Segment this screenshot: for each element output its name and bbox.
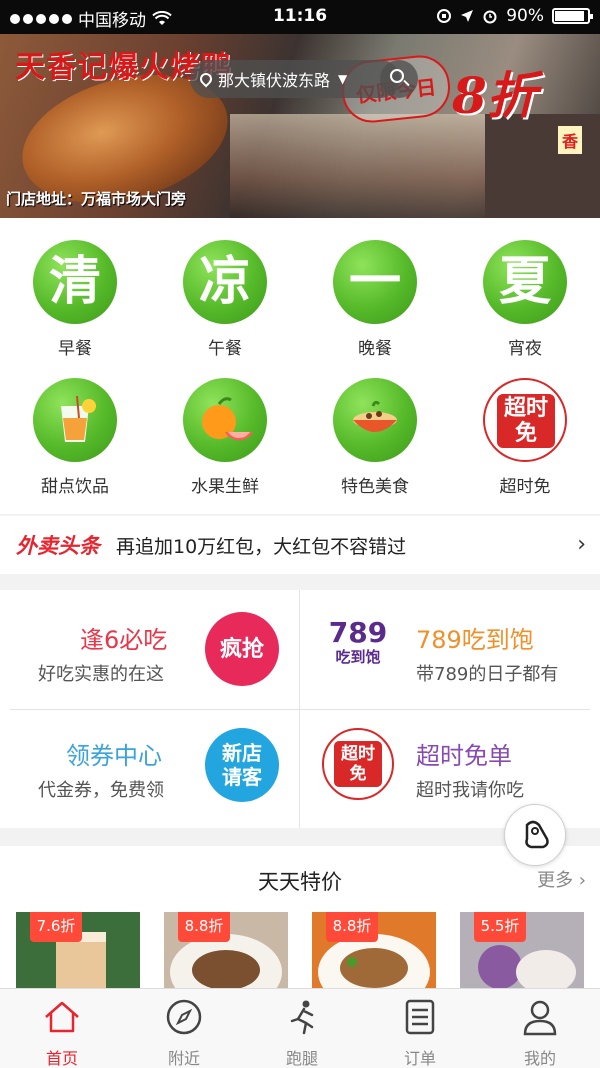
search-icon <box>390 69 404 83</box>
category-breakfast[interactable]: 清 早餐 <box>0 240 150 359</box>
overtime-free-stamp-icon: 超时免 <box>483 378 567 462</box>
discount-tag: 8.8折 <box>326 912 378 942</box>
order-list-icon <box>405 999 435 1035</box>
promo-title: 789吃到饱 <box>416 626 534 654</box>
category-label: 早餐 <box>58 339 92 359</box>
tab-label: 跑腿 <box>285 1049 318 1068</box>
promo-title: 超时免单 <box>416 742 512 770</box>
compass-icon <box>166 999 202 1035</box>
location-pin-icon <box>197 70 215 88</box>
runner-icon <box>290 1000 314 1035</box>
section-title: 天天特价 <box>258 870 342 894</box>
category-late-night[interactable]: 夏 宵夜 <box>450 240 600 359</box>
tab-profile[interactable]: 我的 <box>480 989 600 1068</box>
alarm-icon <box>483 10 497 24</box>
fruit-icon <box>183 378 267 462</box>
promo-subtitle: 超时我请你吃 <box>416 780 524 801</box>
tab-label: 订单 <box>403 1049 436 1068</box>
juice-icon <box>33 378 117 462</box>
location-selector[interactable]: 那大镇伏波东路 ▼ <box>190 60 400 98</box>
takeout-headline-logo: 外卖头条 <box>16 533 100 558</box>
category-label: 特色美食 <box>341 477 409 497</box>
banner-shop-address: 门店地址：万福市场大门旁 <box>6 190 187 208</box>
status-bar: 中国移动 11:16 90% <box>0 0 600 34</box>
tab-label: 我的 <box>523 1049 556 1068</box>
daily-specials-section: 天天特价 更多 › 7.6折 8.8折 8.8折 5.5折 <box>0 846 600 988</box>
tab-label: 首页 <box>45 1049 78 1068</box>
more-link[interactable]: 更多 › <box>537 866 586 892</box>
profile-icon <box>523 1000 557 1036</box>
special-item[interactable]: 5.5折 <box>460 912 584 988</box>
location-text: 那大镇伏波东路 <box>218 71 331 90</box>
bottom-tab-bar: 首页 附近 跑腿 订单 我的 <box>0 988 600 1068</box>
news-headline-bar[interactable]: 外卖头条 再追加10万红包，大红包不容错过 › <box>0 516 600 574</box>
category-label: 宵夜 <box>508 339 542 359</box>
special-item[interactable]: 7.6折 <box>16 912 140 988</box>
promo-coupon-center[interactable]: 领券中心 代金券，免费领 新店请客 <box>0 710 299 828</box>
discount-tag: 5.5折 <box>474 912 526 942</box>
search-button[interactable] <box>380 60 418 98</box>
category-overtime-free[interactable]: 超时免 超时免 <box>450 378 600 497</box>
category-label: 甜点饮品 <box>41 477 109 497</box>
tab-nearby[interactable]: 附近 <box>124 989 244 1068</box>
category-lunch[interactable]: 凉 午餐 <box>150 240 300 359</box>
promo-title: 领券中心 <box>66 742 162 770</box>
runner-shoe-icon <box>525 820 549 849</box>
dropdown-caret-icon: ▼ <box>338 72 348 86</box>
promo-discount: 8折 <box>452 66 537 125</box>
category-grid: 清 早餐 凉 午餐 一 晚餐 夏 宵夜 甜点饮品 水果生鲜 特色美食 超时免 超… <box>0 218 600 514</box>
category-label: 超时免 <box>499 477 551 497</box>
shop-banner[interactable]: 天香记爆火烤鸭 仅限今日 8折 那大镇伏波东路 ▼ 香 门店地址：万福市场大门旁 <box>0 34 600 218</box>
xia-glyph-icon: 夏 <box>483 240 567 324</box>
food-bowl-icon <box>333 378 417 462</box>
tab-orders[interactable]: 订单 <box>360 989 480 1068</box>
rotation-lock-icon <box>437 9 452 23</box>
crazy-grab-badge-icon: 疯抢 <box>205 612 279 686</box>
category-fruits[interactable]: 水果生鲜 <box>150 378 300 497</box>
headline-text: 再追加10万红包，大红包不容错过 <box>116 535 407 558</box>
location-arrow-icon <box>461 10 474 22</box>
category-label: 晚餐 <box>358 339 392 359</box>
promo-lucky-six[interactable]: 逢6必吃 好吃实惠的在这 疯抢 <box>0 590 299 708</box>
stall-sign: 香 <box>557 126 582 154</box>
promo-grid: 逢6必吃 好吃实惠的在这 疯抢 789 吃到饱 789吃到饱 带789的日子都有… <box>0 590 600 828</box>
discount-tag: 7.6折 <box>30 912 82 942</box>
promo-789-eat-full[interactable]: 789 吃到饱 789吃到饱 带789的日子都有 <box>300 590 599 708</box>
category-dinner[interactable]: 一 晚餐 <box>300 240 450 359</box>
yi-glyph-icon: 一 <box>333 240 417 324</box>
promo-subtitle: 代金券，免费领 <box>38 780 164 801</box>
battery-percent: 90% <box>506 6 544 26</box>
street-scene-image <box>230 114 500 218</box>
new-store-treat-badge-icon: 新店请客 <box>205 728 279 802</box>
battery-icon <box>552 8 593 24</box>
home-icon <box>45 1001 79 1033</box>
special-item[interactable]: 8.8折 <box>312 912 436 988</box>
stall-image <box>485 114 600 218</box>
discount-tag: 8.8折 <box>178 912 230 942</box>
category-label: 水果生鲜 <box>191 477 259 497</box>
qing-glyph-icon: 清 <box>33 240 117 324</box>
overtime-free-badge-icon: 超时免 <box>322 728 394 800</box>
promo-title: 逢6必吃 <box>80 626 168 654</box>
promo-subtitle: 带789的日子都有 <box>416 664 559 685</box>
789-badge-icon: 789 吃到饱 <box>328 616 388 667</box>
special-item[interactable]: 8.8折 <box>164 912 288 988</box>
tab-errands[interactable]: 跑腿 <box>242 989 362 1068</box>
tab-label: 附近 <box>167 1049 200 1068</box>
category-desserts-drinks[interactable]: 甜点饮品 <box>0 378 150 497</box>
liang-glyph-icon: 凉 <box>183 240 267 324</box>
stamp-text: 超时免 <box>497 394 555 448</box>
promo-subtitle: 好吃实惠的在这 <box>38 664 164 685</box>
category-specialty-food[interactable]: 特色美食 <box>300 378 450 497</box>
chevron-right-icon: › <box>577 532 586 557</box>
floating-errand-button[interactable] <box>504 804 566 866</box>
tab-home[interactable]: 首页 <box>2 989 122 1068</box>
category-label: 午餐 <box>208 339 242 359</box>
